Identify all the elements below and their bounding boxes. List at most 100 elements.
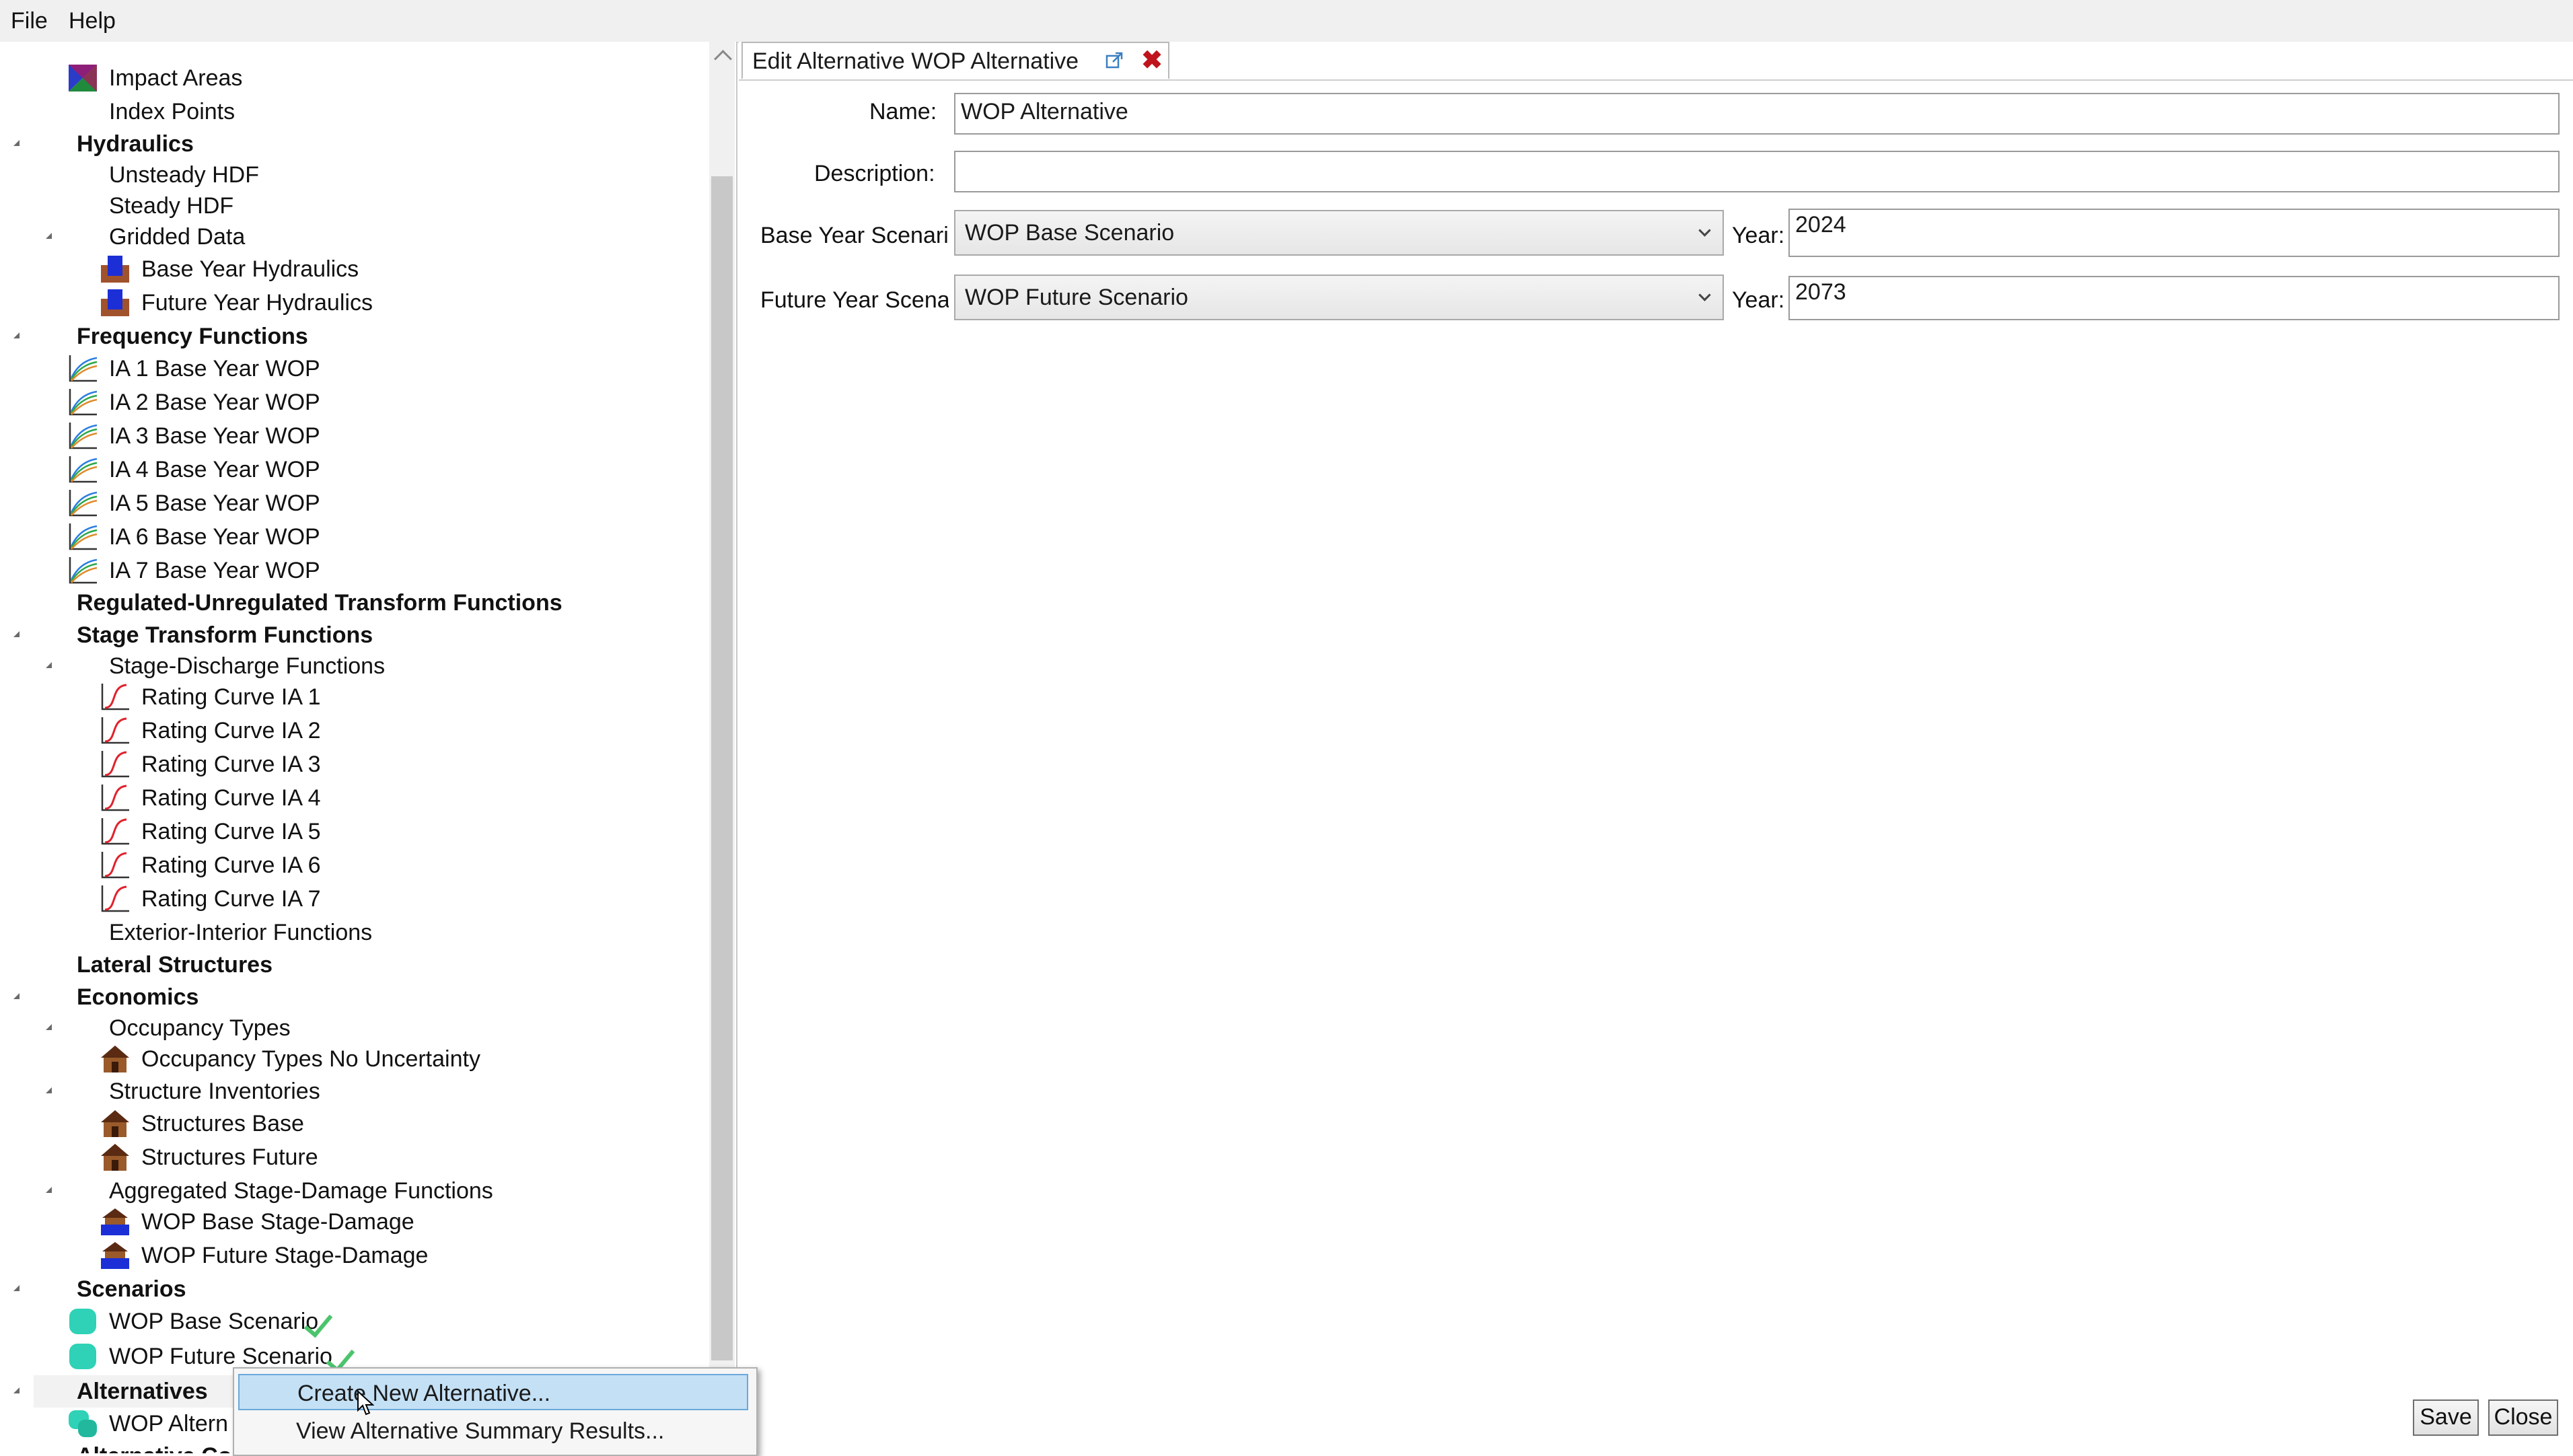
tree-item-label: Occupancy Types No Uncertainty: [141, 1046, 480, 1072]
base-scenario-combo[interactable]: WOP Base Scenario: [954, 210, 1724, 256]
frequency-curve-icon: [67, 354, 98, 384]
base-scenario-value: WOP Base Scenario: [965, 220, 1175, 246]
future-scenario-value: WOP Future Scenario: [965, 285, 1188, 310]
tree-row[interactable]: WOP Base Stage-Damage: [0, 1206, 706, 1238]
tree-item-label: Frequency Functions: [77, 324, 308, 349]
study-tree[interactable]: Impact Areas Index Points Hydraulics Unstea…: [0, 42, 737, 1453]
tree-row[interactable]: Future Year Hydraulics: [0, 287, 706, 319]
tree-row[interactable]: Frequency Functions: [0, 320, 706, 353]
tree-row[interactable]: Structures Future: [0, 1141, 706, 1173]
future-scenario-combo[interactable]: WOP Future Scenario: [954, 275, 1724, 320]
tree-row[interactable]: Stage-Discharge Functions: [0, 650, 706, 682]
name-label: Name:: [869, 99, 937, 124]
expand-toggle-icon[interactable]: [46, 1024, 52, 1030]
tree-row[interactable]: Rating Curve IA 3: [0, 748, 706, 780]
tree-item-label: Aggregated Stage-Damage Functions: [109, 1178, 493, 1204]
tree-row[interactable]: Occupancy Types: [0, 1012, 706, 1044]
tree-row[interactable]: Hydraulics: [0, 128, 706, 160]
close-tab-icon[interactable]: ✖: [1141, 47, 1163, 74]
expand-toggle-icon[interactable]: [46, 233, 52, 239]
expand-toggle-icon[interactable]: [13, 1387, 20, 1393]
tree-item-label: Rating Curve IA 3: [141, 752, 321, 777]
tree-row[interactable]: Rating Curve IA 2: [0, 715, 706, 747]
expand-toggle-icon[interactable]: [13, 332, 20, 338]
tree-row[interactable]: IA 5 Base Year WOP: [0, 487, 706, 519]
tree-item-label: Steady HDF: [109, 193, 234, 219]
tree-row[interactable]: Aggregated Stage-Damage Functions: [0, 1175, 706, 1207]
scroll-up-icon[interactable]: [714, 50, 732, 68]
tree-row[interactable]: Scenarios: [0, 1273, 706, 1305]
tree-row[interactable]: Gridded Data: [0, 221, 706, 253]
tree-row[interactable]: IA 1 Base Year WOP: [0, 353, 706, 385]
context-menu: Create New Alternative... View Alternati…: [233, 1367, 758, 1456]
tree-row[interactable]: Lateral Structures: [0, 949, 706, 981]
chevron-down-icon: [1698, 289, 1711, 301]
save-button[interactable]: Save: [2413, 1399, 2479, 1436]
tab-strip: Edit Alternative WOP Alternative ✖: [739, 42, 2573, 81]
expand-toggle-icon[interactable]: [13, 140, 20, 146]
tree-row[interactable]: IA 4 Base Year WOP: [0, 453, 706, 486]
expand-toggle-icon[interactable]: [46, 1087, 52, 1093]
tree-row[interactable]: Rating Curve IA 4: [0, 782, 706, 814]
tab-edit-alternative[interactable]: Edit Alternative WOP Alternative ✖: [741, 42, 1169, 79]
tree-row[interactable]: Regulated-Unregulated Transform Function…: [0, 587, 706, 619]
tree-row[interactable]: Index Points: [0, 96, 706, 128]
tree-item-label: Regulated-Unregulated Transform Function…: [77, 590, 563, 616]
frequency-curve-icon: [67, 488, 98, 518]
tree-row[interactable]: IA 7 Base Year WOP: [0, 554, 706, 587]
tree-row[interactable]: Exterior-Interior Functions: [0, 916, 706, 949]
tree-item-label: Future Year Hydraulics: [141, 290, 373, 316]
tree-row[interactable]: Economics: [0, 981, 706, 1013]
tree-item-label: Economics: [77, 984, 199, 1010]
tree-row[interactable]: IA 2 Base Year WOP: [0, 386, 706, 418]
tree-row[interactable]: Structure Inventories: [0, 1075, 706, 1107]
tree-row[interactable]: Base Year Hydraulics: [0, 253, 706, 285]
tree-row[interactable]: Rating Curve IA 7: [0, 883, 706, 915]
tree-item-label: Impact Areas: [109, 65, 243, 91]
tree-row[interactable]: Occupancy Types No Uncertainty: [0, 1043, 706, 1075]
chevron-down-icon: [1698, 224, 1711, 237]
popout-icon[interactable]: [1105, 51, 1124, 70]
file-menu[interactable]: File: [11, 7, 48, 35]
tree-row[interactable]: IA 6 Base Year WOP: [0, 521, 706, 553]
description-label: Description:: [814, 161, 935, 186]
expand-toggle-icon[interactable]: [13, 631, 20, 637]
tree-item-label: IA 6 Base Year WOP: [109, 524, 320, 550]
expand-toggle-icon[interactable]: [46, 662, 52, 668]
name-input[interactable]: WOP Alternative: [954, 93, 2560, 135]
tree-row[interactable]: Unsteady HDF: [0, 159, 706, 191]
create-new-alternative-item[interactable]: Create New Alternative...: [238, 1374, 748, 1410]
close-button[interactable]: Close: [2488, 1399, 2558, 1436]
tree-row[interactable]: Alternatives: [13, 1375, 256, 1408]
tree-row[interactable]: IA 3 Base Year WOP: [0, 420, 706, 452]
view-summary-results-item[interactable]: View Alternative Summary Results...: [238, 1413, 748, 1449]
rating-curve-icon: [100, 783, 131, 813]
tree-row[interactable]: Structures Base: [0, 1107, 706, 1140]
mouse-cursor-icon: [357, 1390, 374, 1416]
future-year-scenario-label: Future Year Scenario: [760, 287, 949, 313]
tree-row[interactable]: Steady HDF: [0, 190, 706, 222]
tree-item-label: Structures Base: [141, 1111, 304, 1136]
impact-areas-icon: [67, 63, 98, 93]
help-menu[interactable]: Help: [69, 7, 116, 35]
description-input[interactable]: [954, 151, 2560, 192]
tree-row[interactable]: WOP Future Stage-Damage: [0, 1239, 706, 1272]
tree-row[interactable]: Impact Areas: [0, 62, 706, 94]
base-year-input[interactable]: 2024: [1788, 209, 2560, 257]
scroll-thumb[interactable]: [711, 176, 733, 1360]
expand-toggle-icon[interactable]: [13, 1285, 20, 1291]
base-year-scenario-label: Base Year Scenario: [760, 223, 949, 248]
tree-row[interactable]: Rating Curve IA 5: [0, 815, 706, 848]
tree-row[interactable]: Rating Curve IA 6: [0, 849, 706, 881]
tree-row[interactable]: Stage Transform Functions: [0, 619, 706, 651]
future-year-input[interactable]: 2073: [1788, 276, 2560, 320]
tree-row[interactable]: Rating Curve IA 1: [0, 681, 706, 713]
expand-toggle-icon[interactable]: [46, 1187, 52, 1193]
expand-toggle-icon[interactable]: [13, 993, 20, 999]
editor-pane: Edit Alternative WOP Alternative ✖ Name:…: [739, 42, 2573, 1453]
base-year-label: Year:: [1732, 223, 1785, 248]
tree-scrollbar[interactable]: [709, 42, 735, 1374]
tree-item-label: IA 1 Base Year WOP: [109, 356, 320, 381]
tree-row[interactable]: WOP Base Scenario: [0, 1305, 706, 1338]
tree-item-label: IA 2 Base Year WOP: [109, 390, 320, 415]
